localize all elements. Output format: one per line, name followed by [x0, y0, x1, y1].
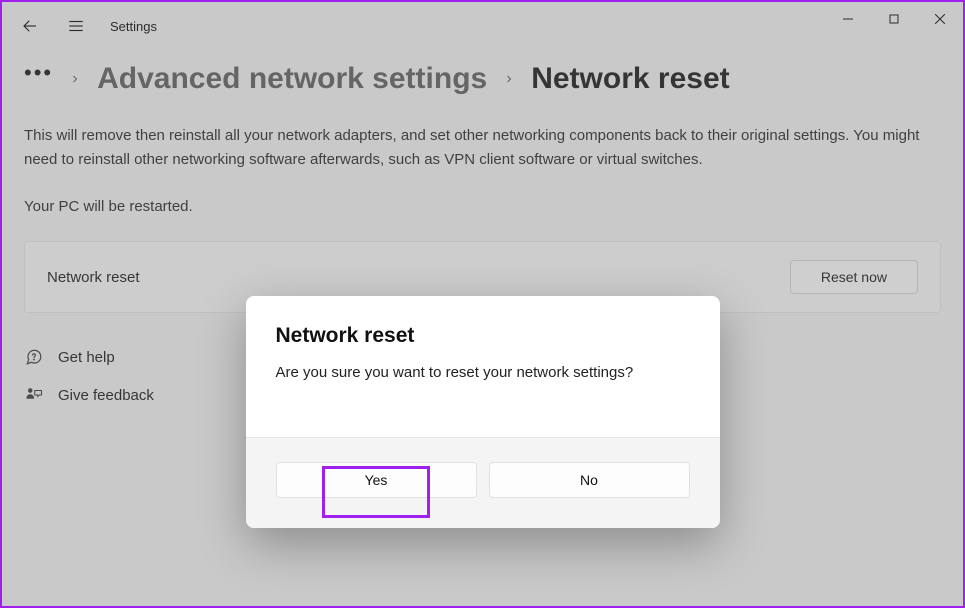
dialog-footer: Yes No	[246, 437, 720, 528]
network-reset-dialog: Network reset Are you sure you want to r…	[246, 296, 720, 528]
dialog-message: Are you sure you want to reset your netw…	[276, 364, 690, 381]
dialog-body: Network reset Are you sure you want to r…	[246, 296, 720, 437]
yes-button[interactable]: Yes	[276, 462, 477, 498]
dialog-title: Network reset	[276, 324, 690, 348]
no-button[interactable]: No	[489, 462, 690, 498]
